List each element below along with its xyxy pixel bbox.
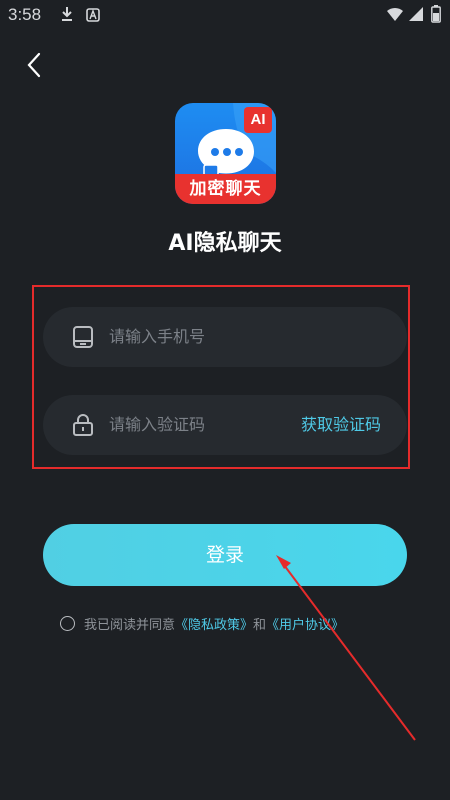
logo-band-text: 加密聊天 <box>175 174 276 204</box>
logo-ai-badge: AI <box>244 107 272 133</box>
phone-field[interactable] <box>43 307 407 367</box>
back-button[interactable] <box>20 50 50 80</box>
battery-icon <box>431 5 441 27</box>
user-agreement-link[interactable]: 《用户协议》 <box>266 614 344 633</box>
verification-code-field[interactable]: 获取验证码 <box>43 395 407 455</box>
status-time: 3:58 <box>8 5 42 24</box>
agreement-row: 我已阅读并同意 《隐私政策》 和 《用户协议》 <box>60 614 344 633</box>
app-name: AI隐私聊天 <box>168 231 282 256</box>
wifi-icon <box>386 6 404 26</box>
notification-a-icon <box>86 7 100 26</box>
chevron-left-icon <box>27 52 41 78</box>
phone-input[interactable] <box>109 307 309 367</box>
get-code-button[interactable]: 获取验证码 <box>301 395 381 455</box>
verification-code-input[interactable] <box>109 395 309 455</box>
agreement-conjunction: 和 <box>253 618 267 633</box>
signal-icon <box>408 6 424 26</box>
status-bar: 3:58 <box>0 0 450 30</box>
login-button[interactable]: 登录 <box>43 524 407 586</box>
agreement-checkbox[interactable] <box>60 616 75 631</box>
privacy-policy-link[interactable]: 《隐私政策》 <box>175 614 253 633</box>
lock-icon <box>73 414 93 436</box>
app-logo: AI 加密聊天 <box>175 103 276 204</box>
download-icon <box>60 6 74 26</box>
agreement-prefix: 我已阅读并同意 <box>84 618 176 633</box>
phone-icon <box>73 326 93 348</box>
